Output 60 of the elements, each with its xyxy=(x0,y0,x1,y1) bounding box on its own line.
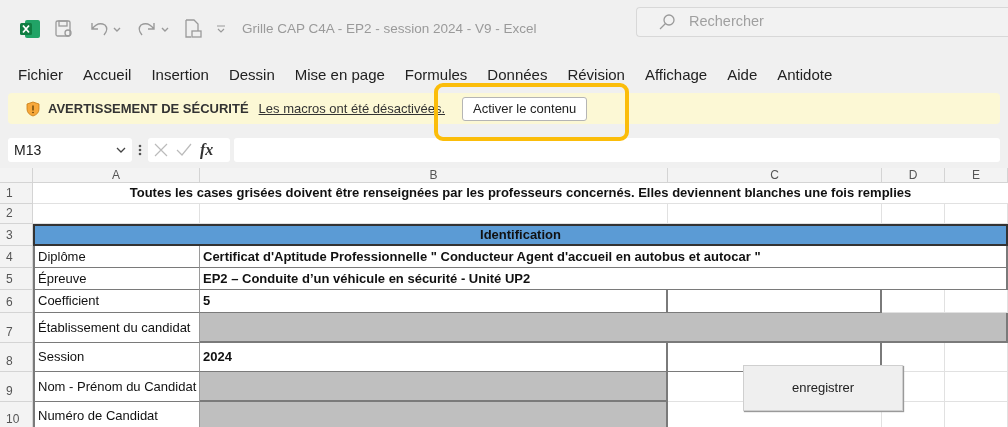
section-header: Identification xyxy=(33,224,1008,246)
table-cell: 2024 xyxy=(200,343,668,372)
dropdown-icon xyxy=(116,147,126,153)
table-cell xyxy=(945,372,1008,402)
save-button[interactable]: enregistrer xyxy=(743,365,903,411)
table-cell xyxy=(882,204,945,224)
table-cell xyxy=(945,290,1008,313)
table-cell: Session xyxy=(33,343,200,372)
formula-field[interactable] xyxy=(234,138,1000,162)
menu-tab[interactable]: Formules xyxy=(404,63,468,87)
row-header[interactable]: 1 xyxy=(0,183,33,204)
warning-title: AVERTISSEMENT DE SÉCURITÉ xyxy=(48,99,249,118)
table-cell: Établissement du candidat xyxy=(33,313,200,343)
row-header[interactable]: 6 xyxy=(0,290,33,313)
menu-tab[interactable]: Données xyxy=(487,63,548,87)
menu-tab[interactable]: Affichage xyxy=(644,63,708,87)
menu-tab[interactable]: Dessin xyxy=(228,63,275,87)
shield-warning-icon xyxy=(26,100,40,117)
table-cell xyxy=(945,204,1008,224)
table-cell xyxy=(945,343,1008,372)
menu-tab[interactable]: Mise en page xyxy=(294,63,385,87)
save-icon[interactable] xyxy=(54,19,74,39)
row-header[interactable]: 8 xyxy=(0,343,33,372)
row-header[interactable]: 5 xyxy=(0,268,33,290)
table-cell: Numéro de Candidat xyxy=(33,402,200,427)
table-cell: Certificat d'Aptitude Professionnelle " Conducteur Agent d'accueil en autobus et autocar " xyxy=(200,246,1008,268)
search-icon xyxy=(659,14,675,30)
print-preview-icon[interactable] xyxy=(184,19,202,39)
customize-dropdown-icon[interactable] xyxy=(216,24,226,34)
row-header[interactable]: 9 xyxy=(0,372,33,402)
check-icon[interactable] xyxy=(176,143,192,157)
enable-content-button[interactable]: Activer le contenu xyxy=(462,96,588,121)
menu-tab[interactable]: Insertion xyxy=(151,63,209,87)
input-cell[interactable] xyxy=(200,402,668,427)
menu-tab[interactable]: Fichier xyxy=(18,63,63,87)
table-cell xyxy=(882,290,945,313)
row-header[interactable]: 2 xyxy=(0,204,33,224)
window-title: Grille CAP C4A - EP2 - session 2024 - V9 - Excel xyxy=(242,19,537,38)
table-cell: Nom - Prénom du Candidat xyxy=(33,372,200,402)
row-header[interactable]: 4 xyxy=(0,246,33,268)
menu-tab[interactable]: Aide xyxy=(727,63,758,87)
cancel-icon[interactable] xyxy=(154,143,168,157)
more-options-icon[interactable] xyxy=(136,143,144,157)
row-header[interactable]: 7 xyxy=(0,313,33,343)
search-placeholder: Rechercher xyxy=(689,12,764,32)
table-cell: EP2 – Conduite d’un véhicule en sécurité - Unité UP2 xyxy=(200,268,1008,290)
table-cell: Coefficient xyxy=(33,290,200,313)
row-header[interactable]: 10 xyxy=(0,402,33,427)
row-header[interactable]: 3 xyxy=(0,224,33,246)
insert-function-button[interactable]: fx xyxy=(200,138,214,162)
menu-tab[interactable]: Antidote xyxy=(777,63,833,87)
table-cell: Épreuve xyxy=(33,268,200,290)
menu-tab[interactable]: Accueil xyxy=(83,63,132,87)
excel-logo-icon[interactable] xyxy=(20,20,40,38)
table-cell: 5 xyxy=(200,290,668,313)
input-cell[interactable] xyxy=(200,313,1008,343)
name-box[interactable]: M13 xyxy=(8,138,132,162)
input-cell[interactable] xyxy=(200,372,668,402)
menu-tab[interactable]: Révision xyxy=(567,63,625,87)
table-cell: Diplôme xyxy=(33,246,200,268)
